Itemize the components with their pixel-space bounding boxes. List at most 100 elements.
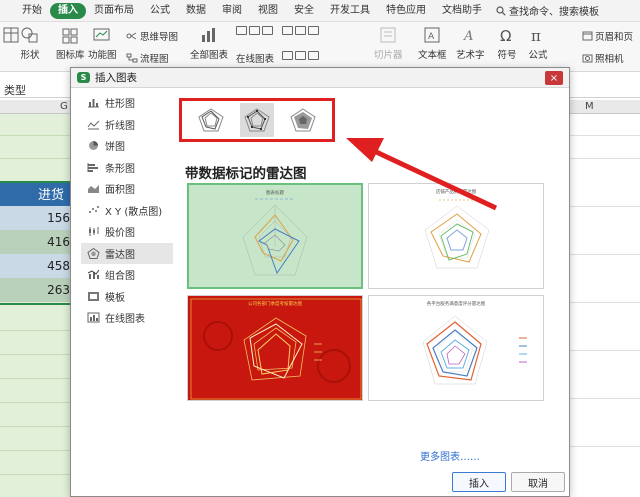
art-text-button[interactable]: A 艺术字 bbox=[456, 26, 485, 61]
dialog-title-bar[interactable]: S 插入图表 × bbox=[71, 68, 569, 88]
symbol-label: 符号 bbox=[497, 50, 517, 61]
subtype-radar-markers[interactable] bbox=[240, 103, 274, 137]
tab-security[interactable]: 安全 bbox=[286, 0, 322, 22]
radar-thumbnail-graphic bbox=[190, 298, 362, 400]
command-search[interactable]: 查找命令、搜索模板 bbox=[496, 3, 599, 18]
formula-button[interactable]: π 公式 bbox=[528, 26, 548, 61]
category-line[interactable]: 折线图 bbox=[81, 114, 173, 136]
category-radar[interactable]: 雷达图 bbox=[81, 242, 173, 264]
table-button[interactable] bbox=[2, 26, 22, 47]
sheet-area-right[interactable] bbox=[570, 114, 640, 497]
chart-type-icon bbox=[308, 51, 319, 60]
header-footer-label: 页眉和页 bbox=[595, 32, 634, 43]
category-scatter[interactable]: X Y (散点图) bbox=[81, 200, 173, 222]
tab-page-layout[interactable]: 页面布局 bbox=[86, 0, 142, 22]
tab-review[interactable]: 审阅 bbox=[214, 0, 250, 22]
mind-map-label: 思维导图 bbox=[140, 32, 179, 43]
textbox-icon: A bbox=[424, 27, 440, 43]
icon-library-label: 图标库 bbox=[56, 50, 85, 61]
chart-quick-buttons[interactable] bbox=[236, 26, 273, 35]
tab-insert[interactable]: 插入 bbox=[50, 2, 86, 19]
grid-line bbox=[0, 354, 72, 355]
category-column[interactable]: 柱形图 bbox=[81, 92, 173, 114]
chart-type-icon bbox=[282, 51, 293, 60]
function-chart-label: 功能图 bbox=[88, 50, 117, 61]
radar-markers-subtype-icon bbox=[244, 108, 270, 132]
subtype-filled-radar[interactable] bbox=[286, 103, 320, 137]
sheet-area-left[interactable] bbox=[0, 114, 72, 497]
category-combo[interactable]: 组合图 bbox=[81, 264, 173, 286]
subtype-radar[interactable] bbox=[194, 103, 228, 137]
category-area[interactable]: 面积图 bbox=[81, 178, 173, 200]
grid-line bbox=[570, 398, 640, 399]
category-stock[interactable]: 股价图 bbox=[81, 221, 173, 243]
all-charts-icon bbox=[202, 28, 215, 42]
radar-chart-icon bbox=[87, 247, 100, 259]
template-icon bbox=[88, 291, 99, 301]
radar-thumbnail-graphic bbox=[242, 198, 308, 276]
chart-preview-pane: 带数据标记的雷达图 图表标题 店铺产品销量雷达图 公司各部门季度考核雷达图 各平… bbox=[173, 90, 566, 463]
table-icon bbox=[3, 27, 19, 43]
flow-chart-button[interactable]: 流程图 bbox=[126, 51, 169, 65]
tab-developer[interactable]: 开发工具 bbox=[322, 0, 378, 22]
category-template[interactable]: 模板 bbox=[81, 286, 173, 308]
mind-map-button[interactable]: 思维导图 bbox=[126, 29, 178, 43]
column-header-g[interactable]: G bbox=[60, 100, 68, 114]
tab-view[interactable]: 视图 bbox=[250, 0, 286, 22]
online-charts-button[interactable]: 在线图表 bbox=[236, 51, 274, 65]
all-charts-button[interactable]: 全部图表 bbox=[190, 26, 228, 61]
svg-text:A: A bbox=[463, 29, 473, 44]
category-label: 股价图 bbox=[105, 228, 135, 240]
tab-formulas[interactable]: 公式 bbox=[142, 0, 178, 22]
shapes-button[interactable]: 形状 bbox=[20, 26, 40, 61]
function-chart-button[interactable]: 功能图 bbox=[88, 26, 117, 61]
grid-line bbox=[0, 474, 72, 475]
online-charts-label: 在线图表 bbox=[236, 54, 275, 65]
chart-template-thumbnail[interactable]: 图表标题 bbox=[187, 183, 363, 289]
radar-thumbnail-graphic bbox=[422, 315, 527, 385]
category-label: 条形图 bbox=[105, 163, 135, 175]
chart-category-list: 柱形图 折线图 饼图 条形图 面积图 X Y (散点图) 股价图 雷达图 组合图… bbox=[81, 92, 173, 492]
camera-icon bbox=[582, 54, 593, 63]
flow-chart-icon bbox=[126, 53, 138, 63]
icon-library-button[interactable]: 图标库 bbox=[56, 26, 85, 61]
chart-template-thumbnail[interactable]: 公司各部门季度考核雷达图 bbox=[187, 295, 363, 401]
menu-bar: 开始 插入 页面布局 公式 数据 审阅 视图 安全 开发工具 特色应用 文档助手… bbox=[0, 0, 640, 22]
textbox-button[interactable]: A 文本框 bbox=[418, 26, 447, 61]
close-button[interactable]: × bbox=[545, 71, 563, 85]
category-bar[interactable]: 条形图 bbox=[81, 157, 173, 179]
textbox-label: 文本框 bbox=[418, 50, 447, 61]
symbol-button[interactable]: Ω 符号 bbox=[497, 26, 517, 61]
name-box[interactable]: 类型 bbox=[4, 82, 26, 98]
tab-features[interactable]: 特色应用 bbox=[378, 0, 434, 22]
online-chart-icon bbox=[87, 312, 100, 323]
shapes-icon bbox=[21, 27, 38, 43]
stock-chart-icon bbox=[89, 227, 99, 237]
chart-type-icon bbox=[295, 26, 306, 35]
chart-subtype-title: 带数据标记的雷达图 bbox=[185, 166, 307, 182]
tab-home[interactable]: 开始 bbox=[14, 0, 50, 22]
chart-quick-buttons-2[interactable] bbox=[282, 26, 319, 35]
chart-template-thumbnail[interactable]: 店铺产品销量雷达图 bbox=[368, 183, 544, 289]
camera-button[interactable]: 照相机 bbox=[582, 51, 624, 65]
chart-quick-buttons-3[interactable] bbox=[282, 51, 319, 60]
insert-chart-dialog: S 插入图表 × 柱形图 折线图 饼图 条形图 面积图 X Y (散点图) 股价… bbox=[70, 67, 570, 497]
slicer-button[interactable]: 切片器 bbox=[374, 26, 403, 61]
tab-data[interactable]: 数据 bbox=[178, 0, 214, 22]
all-charts-label: 全部图表 bbox=[190, 50, 229, 61]
cancel-button[interactable]: 取消 bbox=[511, 472, 565, 492]
more-charts-link[interactable]: 更多图表…… bbox=[420, 448, 480, 463]
tab-doc-assistant[interactable]: 文档助手 bbox=[434, 0, 490, 22]
chart-template-thumbnail[interactable]: 各平台服务满意度评分雷达图 bbox=[368, 295, 544, 401]
category-pie[interactable]: 饼图 bbox=[81, 135, 173, 157]
radar-thumbnail-graphic bbox=[424, 199, 490, 269]
header-footer-icon bbox=[582, 31, 593, 41]
column-header-m[interactable]: M bbox=[585, 100, 594, 114]
camera-label: 照相机 bbox=[595, 54, 624, 65]
category-online[interactable]: 在线图表 bbox=[81, 307, 173, 329]
slicer-label: 切片器 bbox=[374, 50, 403, 61]
art-text-icon: A bbox=[463, 29, 473, 44]
chart-type-icon bbox=[282, 26, 293, 35]
header-footer-button[interactable]: 页眉和页 bbox=[582, 29, 633, 43]
insert-button[interactable]: 插入 bbox=[452, 472, 506, 492]
